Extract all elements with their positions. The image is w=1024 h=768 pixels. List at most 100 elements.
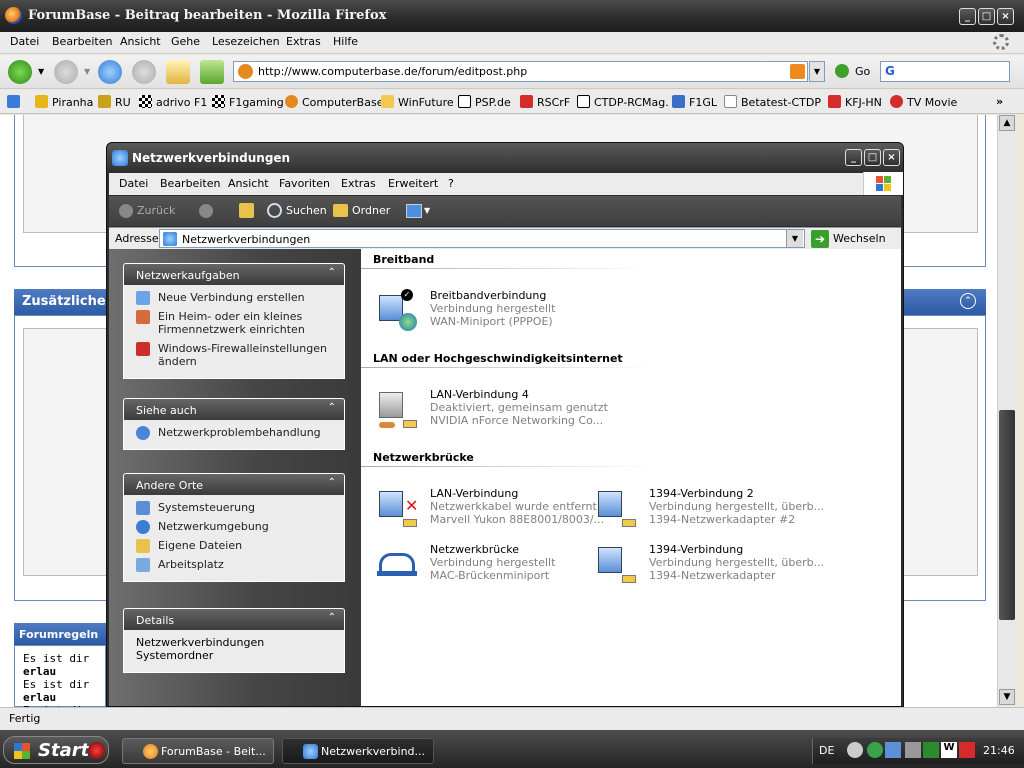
scroll-down-button[interactable]: ▼ [999,689,1015,705]
views-dropdown-icon[interactable]: ▼ [424,206,430,215]
place-my-documents[interactable]: Eigene Dateien [136,539,344,553]
close-button[interactable]: × [997,8,1014,25]
go-icon[interactable] [835,64,849,78]
menu-gehe[interactable]: Gehe [171,35,200,48]
back-arrow-icon[interactable] [8,60,32,84]
bookmark-winfuture[interactable]: WinFuture [381,95,454,109]
ex-menu-bearbeiten[interactable]: Bearbeiten [160,177,220,190]
search-input[interactable]: G [880,61,1010,82]
back-icon[interactable] [119,204,133,218]
address-label: Adresse [115,232,159,245]
taskbar-item-firefox[interactable]: ForumBase - Beit... [122,738,274,764]
tray-utorrent-icon[interactable] [867,742,883,758]
menu-hilfe[interactable]: Hilfe [333,35,358,48]
collapse-chevron-icon[interactable]: ⌃ [328,477,336,488]
ex-menu-extras[interactable]: Extras [341,177,376,190]
bookmark-ctdp[interactable]: CTDP-RCMag. [577,95,669,109]
tray-device-icon[interactable] [905,742,921,758]
explorer-address-bar: Adresse Netzwerkverbindungen ▼ ➔ Wechsel… [109,227,901,258]
download-icon[interactable] [200,60,224,84]
search-button[interactable]: Suchen [286,204,327,217]
ex-menu-favoriten[interactable]: Favoriten [279,177,330,190]
views-icon[interactable] [406,204,422,218]
explorer-maximize-button[interactable]: □ [864,149,881,166]
home-icon[interactable] [166,60,190,84]
address-input[interactable]: Netzwerkverbindungen ▼ [159,229,805,248]
taskbar-item-network[interactable]: Netzwerkverbind... [282,738,434,764]
tray-meter-icon[interactable] [923,742,939,758]
rss-feed-icon[interactable] [790,64,805,79]
scroll-thumb[interactable] [999,410,1015,620]
stop-icon[interactable] [132,60,156,84]
address-dropdown-icon[interactable]: ▼ [786,230,803,247]
tray-network-icon[interactable] [885,742,901,758]
place-network-neighborhood[interactable]: Netzwerkumgebung [136,520,344,534]
tray-w-icon[interactable]: W [941,742,957,758]
collapse-chevron-icon[interactable]: ⌃ [328,267,336,278]
collapse-chevron-icon[interactable]: ⌃ [328,402,336,413]
rscrf-icon [520,95,533,108]
start-button[interactable]: Start [3,736,109,764]
tray-eye-icon[interactable] [847,742,863,758]
explorer-close-button[interactable]: × [883,149,900,166]
bookmark-f1gaming[interactable]: F1gaming [212,95,284,109]
bookmark-adrivo[interactable]: adrivo F1 [139,95,207,109]
panel-header[interactable]: Details ⌃ [123,608,345,630]
panel-body: Netzwerkproblembehandlung [123,420,345,450]
panel-header[interactable]: Netzwerkaufgaben ⌃ [123,263,345,285]
search-icon[interactable] [267,203,282,218]
forward-arrow-icon[interactable] [54,60,78,84]
place-my-computer[interactable]: Arbeitsplatz [136,558,344,572]
kfj-icon [828,95,841,108]
task-home-network[interactable]: Ein Heim- oder ein kleines Firmennetzwer… [136,310,344,336]
language-indicator[interactable]: DE [819,744,834,757]
bookmark-ru[interactable]: RU [98,95,131,109]
collapse-chevron-icon[interactable]: ⌃ [328,612,336,623]
bookmark-psp[interactable]: PSP.de [458,95,511,109]
minimize-button[interactable]: _ [959,8,976,25]
place-control-panel[interactable]: Systemsteuerung [136,501,344,515]
maximize-button[interactable]: □ [978,8,995,25]
folders-button[interactable]: Ordner [352,204,390,217]
ex-menu-help[interactable]: ? [448,177,454,190]
bookmark-f1gl[interactable]: F1GL [672,95,717,109]
bookmark-kfj[interactable]: KFJ-HN [828,95,882,109]
forward-dropdown-icon[interactable]: ▼ [84,67,90,76]
explorer-minimize-button[interactable]: _ [845,149,862,166]
bookmark-betatest[interactable]: Betatest-CTDP [724,95,821,109]
menu-bearbeiten[interactable]: Bearbeiten [52,35,112,48]
go-arrow-icon[interactable]: ➔ [811,230,829,248]
bookmark-tvmovie[interactable]: TV Movie [890,95,957,109]
reload-icon[interactable] [98,60,122,84]
tray-k-icon[interactable] [959,742,975,758]
back-button[interactable]: Zurück [137,204,175,217]
task-new-connection[interactable]: Neue Verbindung erstellen [136,291,344,305]
task-troubleshooting[interactable]: Netzwerkproblembehandlung [136,426,344,440]
task-firewall-settings[interactable]: Windows-Firewalleinstellungen ändern [136,342,344,368]
bookmarks-overflow-button[interactable]: » [996,95,1003,108]
bookmarks-manager-icon[interactable] [7,95,20,108]
ex-menu-ansicht[interactable]: Ansicht [228,177,269,190]
menu-extras[interactable]: Extras [286,35,321,48]
url-dropdown-icon[interactable]: ▼ [809,61,825,82]
folders-icon[interactable] [333,204,348,217]
bookmark-rscrf[interactable]: RSCrF [520,95,570,109]
bookmark-computerbase[interactable]: ComputerBase [285,95,383,109]
menu-datei[interactable]: Datei [10,35,39,48]
menu-ansicht[interactable]: Ansicht [120,35,161,48]
forward-icon[interactable] [199,204,213,218]
back-dropdown-icon[interactable]: ▼ [38,67,44,76]
page-scrollbar[interactable]: ▲ ▼ [997,115,1016,707]
url-input[interactable]: http://www.computerbase.de/forum/editpos… [233,61,808,82]
scroll-up-button[interactable]: ▲ [999,115,1015,131]
ex-menu-erweitert[interactable]: Erweitert [388,177,438,190]
collapse-icon[interactable]: ⌃ [960,293,976,309]
go-label[interactable]: Go [855,65,870,78]
ex-menu-datei[interactable]: Datei [119,177,148,190]
panel-header[interactable]: Siehe auch ⌃ [123,398,345,420]
bookmark-piranha[interactable]: Piranha [35,95,93,109]
windows-logo-icon [863,172,903,195]
menu-lesezeichen[interactable]: Lesezeichen [212,35,280,48]
folder-up-icon[interactable] [239,203,254,218]
panel-header[interactable]: Andere Orte ⌃ [123,473,345,495]
